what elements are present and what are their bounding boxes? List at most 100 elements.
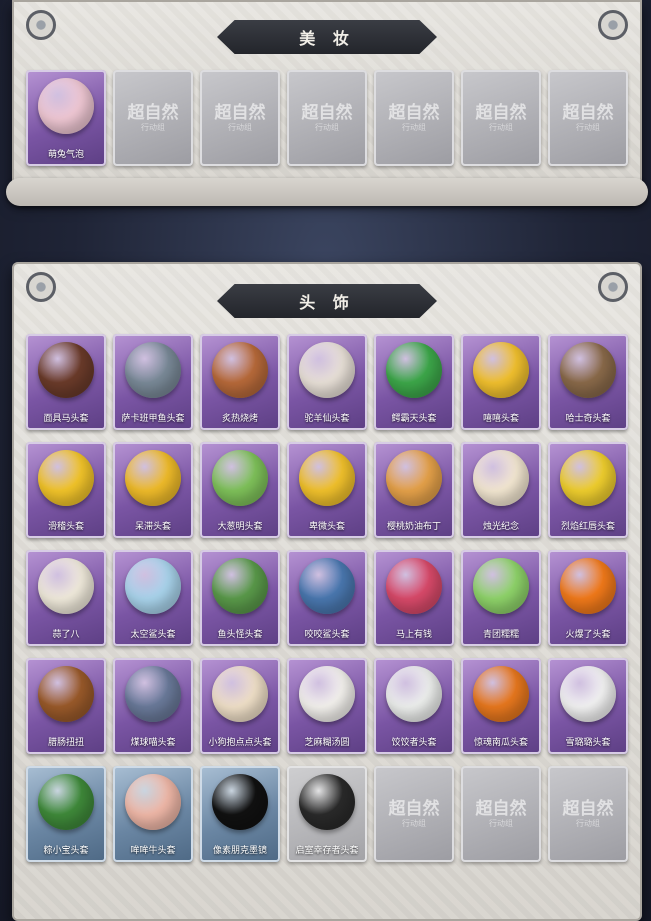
empty-slot[interactable]: 超自然 行动组	[374, 766, 454, 862]
candle-icon	[473, 450, 529, 506]
bbq-meat-icon	[212, 342, 268, 398]
item-slot[interactable]: 大葱明头套	[200, 442, 280, 538]
placeholder-logo-sub: 行动组	[228, 123, 252, 132]
empty-slot[interactable]: 超自然 行动组	[374, 70, 454, 166]
fish-monster-icon	[212, 558, 268, 614]
placeholder-logo-sub: 行动组	[489, 819, 513, 828]
item-slot[interactable]: 启室幸存者头套	[287, 766, 367, 862]
empty-slot[interactable]: 超自然 行动组	[548, 70, 628, 166]
item-slot[interactable]: 蒜了八	[26, 550, 106, 646]
empty-slot[interactable]: 超自然 行动组	[287, 70, 367, 166]
gray-cat-icon	[125, 666, 181, 722]
cow-head-icon	[125, 774, 181, 830]
placeholder-logo-sub: 行动组	[315, 123, 339, 132]
placeholder-logo: 超自然	[301, 103, 353, 123]
alpaca-head-icon	[299, 342, 355, 398]
item-slot[interactable]: 炙热烧烤	[200, 334, 280, 430]
item-slot[interactable]: 芝麻糊汤圆	[287, 658, 367, 754]
item-slot[interactable]: 太空鲨头套	[113, 550, 193, 646]
placeholder-logo-sub: 行动组	[402, 123, 426, 132]
item-label: 萨卡班甲鱼头套	[121, 414, 185, 424]
item-slot[interactable]: 煤球喵头套	[113, 658, 193, 754]
item-slot[interactable]: 粽小宝头套	[26, 766, 106, 862]
item-label: 烛光纪念	[482, 522, 519, 532]
grin-emoji-icon	[473, 342, 529, 398]
item-label: 惊魂南瓜头套	[473, 738, 528, 748]
empty-slot[interactable]: 超自然 行动组	[548, 766, 628, 862]
bunny-bubble-icon	[38, 78, 94, 134]
placeholder-logo-sub: 行动组	[576, 123, 600, 132]
humble-emoji-icon	[299, 450, 355, 506]
item-label: 腊肠扭扭	[47, 738, 84, 748]
item-label: 太空鲨头套	[130, 630, 176, 640]
item-slot[interactable]: 哈士奇头套	[548, 334, 628, 430]
item-label: 驼羊仙头套	[304, 414, 350, 424]
item-slot[interactable]: 面具马头套	[26, 334, 106, 430]
placeholder-logo: 超自然	[214, 103, 266, 123]
item-slot[interactable]: 烈焰红唇头套	[548, 442, 628, 538]
item-slot[interactable]: 饺饺者头套	[374, 658, 454, 754]
item-label: 像素朋克墨镜	[212, 846, 267, 856]
placeholder-logo-sub: 行动组	[576, 819, 600, 828]
item-label: 炙热烧烤	[221, 414, 258, 424]
item-slot[interactable]: 咬咬鲨头套	[287, 550, 367, 646]
item-label: 雪璐璐头套	[565, 738, 611, 748]
item-slot[interactable]: 青团糯糯	[461, 550, 541, 646]
item-label: 青团糯糯	[482, 630, 519, 640]
item-slot[interactable]: 鱼头怪头套	[200, 550, 280, 646]
headwear-grid: 面具马头套 萨卡班甲鱼头套 炙热烧烤 驼羊仙头套 鳄霸天头套 嘻嘻头套 哈士奇头套滑稽头套 呆…	[26, 334, 628, 862]
item-label: 粽小宝头套	[43, 846, 89, 856]
item-slot[interactable]: 小狗抱点点头套	[200, 658, 280, 754]
item-slot[interactable]: 鳄霸天头套	[374, 334, 454, 430]
item-slot[interactable]: 萌兔气泡	[26, 70, 106, 166]
item-label: 卑微头套	[308, 522, 345, 532]
item-slot[interactable]: 驼羊仙头套	[287, 334, 367, 430]
item-label: 呆滞头套	[134, 522, 171, 532]
makeup-grid: 萌兔气泡 超自然 行动组 超自然 行动组 超自然 行动组 超自然 行动组 超自然 行动组 超自然 行动组	[26, 70, 628, 166]
placeholder-logo: 超自然	[127, 103, 179, 123]
placeholder-logo: 超自然	[388, 799, 440, 819]
empty-slot[interactable]: 超自然 行动组	[461, 70, 541, 166]
empty-slot[interactable]: 超自然 行动组	[200, 70, 280, 166]
item-slot[interactable]: 腊肠扭扭	[26, 658, 106, 754]
item-label: 马上有钱	[395, 630, 432, 640]
item-slot[interactable]: 卑微头套	[287, 442, 367, 538]
item-label: 小狗抱点点头套	[208, 738, 272, 748]
item-slot[interactable]: 像素朋克墨镜	[200, 766, 280, 862]
placeholder-logo: 超自然	[475, 799, 527, 819]
zongzi-head-icon	[38, 774, 94, 830]
smirk-emoji-icon	[38, 450, 94, 506]
pudding-icon	[386, 450, 442, 506]
item-slot[interactable]: 雪璐璐头套	[548, 658, 628, 754]
item-slot[interactable]: 火爆了头套	[548, 550, 628, 646]
rice-ball-icon	[299, 666, 355, 722]
item-slot[interactable]: 哞哞牛头套	[113, 766, 193, 862]
item-label: 樱桃奶油布丁	[386, 522, 441, 532]
item-label: 鱼头怪头套	[217, 630, 263, 640]
item-label: 火爆了头套	[565, 630, 611, 640]
makeup-panel: 美 妆 萌兔气泡 超自然 行动组 超自然 行动组 超自然 行动组 超自然 行动组 超自然 行动组 超自…	[6, 0, 648, 206]
dumpling-head-icon	[386, 666, 442, 722]
item-slot[interactable]: 萨卡班甲鱼头套	[113, 334, 193, 430]
green-dumpling-icon	[473, 558, 529, 614]
pikachu-head-icon	[560, 450, 616, 506]
item-slot[interactable]: 马上有钱	[374, 550, 454, 646]
item-slot[interactable]: 滑稽头套	[26, 442, 106, 538]
empty-slot[interactable]: 超自然 行动组	[113, 70, 193, 166]
item-slot[interactable]: 嘻嘻头套	[461, 334, 541, 430]
item-label: 嘻嘻头套	[482, 414, 519, 424]
item-label: 面具马头套	[43, 414, 89, 424]
space-shark-icon	[125, 558, 181, 614]
scroll-edge	[6, 178, 648, 206]
item-slot[interactable]: 惊魂南瓜头套	[461, 658, 541, 754]
item-slot[interactable]: 呆滞头套	[113, 442, 193, 538]
item-slot[interactable]: 樱桃奶油布丁	[374, 442, 454, 538]
horse-head-icon	[38, 342, 94, 398]
pixel-sunglasses-icon	[212, 774, 268, 830]
pink-horse-icon	[386, 558, 442, 614]
item-slot[interactable]: 烛光纪念	[461, 442, 541, 538]
item-label: 大葱明头套	[217, 522, 263, 532]
empty-slot[interactable]: 超自然 行动组	[461, 766, 541, 862]
item-label: 萌兔气泡	[47, 150, 84, 160]
placeholder-logo: 超自然	[388, 103, 440, 123]
